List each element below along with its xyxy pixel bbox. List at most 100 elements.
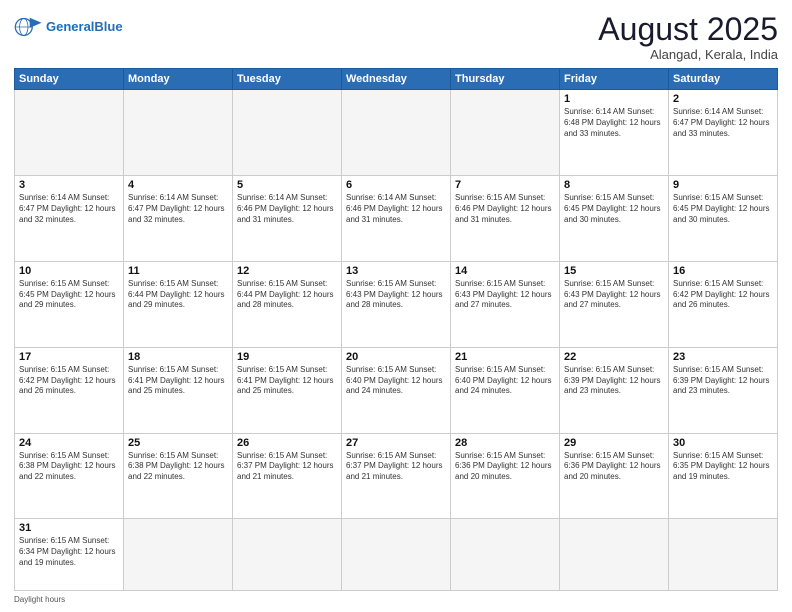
- day-info: Sunrise: 6:14 AM Sunset: 6:48 PM Dayligh…: [564, 107, 664, 139]
- location-subtitle: Alangad, Kerala, India: [598, 47, 778, 62]
- day-number: 20: [346, 351, 446, 363]
- day-number: 19: [237, 351, 337, 363]
- calendar-day-cell: 12 Sunrise: 6:15 AM Sunset: 6:44 PM Dayli…: [233, 261, 342, 347]
- calendar-day-cell: 21 Sunrise: 6:15 AM Sunset: 6:40 PM Dayli…: [451, 347, 560, 433]
- day-number: 6: [346, 179, 446, 191]
- day-info: Sunrise: 6:14 AM Sunset: 6:47 PM Dayligh…: [673, 107, 773, 139]
- calendar-day-cell: [233, 519, 342, 591]
- calendar-day-cell: 31Sunrise: 6:15 AM Sunset: 6:34 PM Dayli…: [15, 519, 124, 591]
- day-number: 30: [673, 437, 773, 449]
- logo-general: General: [46, 19, 94, 34]
- day-info: Sunrise: 6:15 AM Sunset: 6:40 PM Dayligh…: [455, 365, 555, 397]
- day-number: 2: [673, 93, 773, 105]
- day-number: 11: [128, 265, 228, 277]
- day-number: 27: [346, 437, 446, 449]
- calendar-week-row: 1 Sunrise: 6:14 AM Sunset: 6:48 PM Daylig…: [15, 90, 778, 176]
- calendar-header-row: SundayMondayTuesdayWednesdayThursdayFrid…: [15, 69, 778, 90]
- calendar-day-cell: [233, 90, 342, 176]
- calendar-week-row: 17Sunrise: 6:15 AM Sunset: 6:42 PM Dayli…: [15, 347, 778, 433]
- day-number: 29: [564, 437, 664, 449]
- calendar-day-cell: 15Sunrise: 6:15 AM Sunset: 6:43 PM Dayli…: [560, 261, 669, 347]
- calendar-week-row: 3Sunrise: 6:14 AM Sunset: 6:47 PM Daylig…: [15, 176, 778, 262]
- day-number: 21: [455, 351, 555, 363]
- calendar-day-cell: 18 Sunrise: 6:15 AM Sunset: 6:41 PM Dayli…: [124, 347, 233, 433]
- day-info: Sunrise: 6:15 AM Sunset: 6:37 PM Dayligh…: [237, 451, 337, 483]
- day-info: Sunrise: 6:15 AM Sunset: 6:43 PM Dayligh…: [564, 279, 664, 311]
- calendar-day-cell: [342, 519, 451, 591]
- calendar-day-cell: 5Sunrise: 6:14 AM Sunset: 6:46 PM Daylig…: [233, 176, 342, 262]
- calendar-day-cell: 29Sunrise: 6:15 AM Sunset: 6:36 PM Dayli…: [560, 433, 669, 519]
- calendar-day-cell: [15, 90, 124, 176]
- day-info: Sunrise: 6:15 AM Sunset: 6:45 PM Dayligh…: [673, 193, 773, 225]
- day-info: Sunrise: 6:15 AM Sunset: 6:45 PM Dayligh…: [564, 193, 664, 225]
- day-number: 16: [673, 265, 773, 277]
- calendar-week-row: 24Sunrise: 6:15 AM Sunset: 6:38 PM Dayli…: [15, 433, 778, 519]
- calendar-day-cell: 26Sunrise: 6:15 AM Sunset: 6:37 PM Dayli…: [233, 433, 342, 519]
- calendar-day-header: Monday: [124, 69, 233, 90]
- calendar-day-header: Wednesday: [342, 69, 451, 90]
- calendar-day-cell: 28 Sunrise: 6:15 AM Sunset: 6:36 PM Dayli…: [451, 433, 560, 519]
- logo: GeneralBlue: [14, 16, 123, 38]
- day-number: 10: [19, 265, 119, 277]
- calendar-day-cell: 8Sunrise: 6:15 AM Sunset: 6:45 PM Daylig…: [560, 176, 669, 262]
- day-info: Sunrise: 6:15 AM Sunset: 6:39 PM Dayligh…: [564, 365, 664, 397]
- day-number: 25: [128, 437, 228, 449]
- calendar-day-cell: 17Sunrise: 6:15 AM Sunset: 6:42 PM Dayli…: [15, 347, 124, 433]
- calendar-day-cell: 25Sunrise: 6:15 AM Sunset: 6:38 PM Dayli…: [124, 433, 233, 519]
- day-info: Sunrise: 6:15 AM Sunset: 6:39 PM Dayligh…: [673, 365, 773, 397]
- calendar-week-row: 10 Sunrise: 6:15 AM Sunset: 6:45 PM Dayli…: [15, 261, 778, 347]
- calendar-day-cell: 14 Sunrise: 6:15 AM Sunset: 6:43 PM Dayli…: [451, 261, 560, 347]
- calendar-day-cell: 27 Sunrise: 6:15 AM Sunset: 6:37 PM Dayli…: [342, 433, 451, 519]
- calendar-week-row: 31Sunrise: 6:15 AM Sunset: 6:34 PM Dayli…: [15, 519, 778, 591]
- footer-note: Daylight hours: [14, 595, 778, 604]
- calendar-day-cell: [342, 90, 451, 176]
- day-info: Sunrise: 6:14 AM Sunset: 6:46 PM Dayligh…: [237, 193, 337, 225]
- calendar-day-cell: [124, 519, 233, 591]
- calendar-day-cell: [451, 519, 560, 591]
- calendar-day-header: Saturday: [669, 69, 778, 90]
- day-info: Sunrise: 6:15 AM Sunset: 6:41 PM Dayligh…: [237, 365, 337, 397]
- calendar-day-header: Sunday: [15, 69, 124, 90]
- day-number: 22: [564, 351, 664, 363]
- calendar-day-cell: 16Sunrise: 6:15 AM Sunset: 6:42 PM Dayli…: [669, 261, 778, 347]
- logo-text: GeneralBlue: [46, 20, 123, 34]
- day-info: Sunrise: 6:15 AM Sunset: 6:45 PM Dayligh…: [19, 279, 119, 311]
- calendar-day-cell: [124, 90, 233, 176]
- calendar-day-cell: [560, 519, 669, 591]
- day-number: 18: [128, 351, 228, 363]
- calendar-day-cell: 4 Sunrise: 6:14 AM Sunset: 6:47 PM Daylig…: [124, 176, 233, 262]
- calendar-day-cell: 10 Sunrise: 6:15 AM Sunset: 6:45 PM Dayli…: [15, 261, 124, 347]
- calendar-day-cell: 19 Sunrise: 6:15 AM Sunset: 6:41 PM Dayli…: [233, 347, 342, 433]
- day-info: Sunrise: 6:15 AM Sunset: 6:43 PM Dayligh…: [455, 279, 555, 311]
- day-info: Sunrise: 6:15 AM Sunset: 6:34 PM Dayligh…: [19, 536, 119, 568]
- calendar-day-header: Friday: [560, 69, 669, 90]
- daylight-label: Daylight hours: [14, 595, 65, 604]
- day-info: Sunrise: 6:14 AM Sunset: 6:47 PM Dayligh…: [128, 193, 228, 225]
- calendar-day-cell: 9Sunrise: 6:15 AM Sunset: 6:45 PM Daylig…: [669, 176, 778, 262]
- day-info: Sunrise: 6:15 AM Sunset: 6:41 PM Dayligh…: [128, 365, 228, 397]
- calendar-day-cell: 11 Sunrise: 6:15 AM Sunset: 6:44 PM Dayli…: [124, 261, 233, 347]
- calendar-day-header: Tuesday: [233, 69, 342, 90]
- day-info: Sunrise: 6:15 AM Sunset: 6:37 PM Dayligh…: [346, 451, 446, 483]
- day-info: Sunrise: 6:15 AM Sunset: 6:40 PM Dayligh…: [346, 365, 446, 397]
- calendar-day-cell: 30Sunrise: 6:15 AM Sunset: 6:35 PM Dayli…: [669, 433, 778, 519]
- calendar-day-cell: 20 Sunrise: 6:15 AM Sunset: 6:40 PM Dayli…: [342, 347, 451, 433]
- day-number: 14: [455, 265, 555, 277]
- day-info: Sunrise: 6:15 AM Sunset: 6:44 PM Dayligh…: [237, 279, 337, 311]
- day-info: Sunrise: 6:15 AM Sunset: 6:43 PM Dayligh…: [346, 279, 446, 311]
- day-number: 12: [237, 265, 337, 277]
- calendar-day-cell: 3Sunrise: 6:14 AM Sunset: 6:47 PM Daylig…: [15, 176, 124, 262]
- day-info: Sunrise: 6:15 AM Sunset: 6:36 PM Dayligh…: [455, 451, 555, 483]
- day-number: 28: [455, 437, 555, 449]
- day-number: 1: [564, 93, 664, 105]
- day-number: 4: [128, 179, 228, 191]
- day-info: Sunrise: 6:15 AM Sunset: 6:44 PM Dayligh…: [128, 279, 228, 311]
- day-number: 7: [455, 179, 555, 191]
- calendar-day-cell: 1 Sunrise: 6:14 AM Sunset: 6:48 PM Daylig…: [560, 90, 669, 176]
- day-number: 24: [19, 437, 119, 449]
- day-number: 13: [346, 265, 446, 277]
- day-info: Sunrise: 6:14 AM Sunset: 6:46 PM Dayligh…: [346, 193, 446, 225]
- day-info: Sunrise: 6:14 AM Sunset: 6:47 PM Dayligh…: [19, 193, 119, 225]
- month-title: August 2025: [598, 12, 778, 47]
- calendar-table: SundayMondayTuesdayWednesdayThursdayFrid…: [14, 68, 778, 591]
